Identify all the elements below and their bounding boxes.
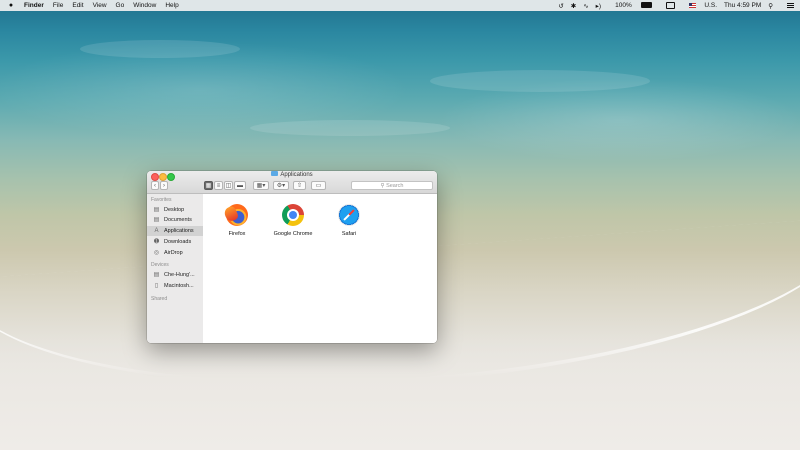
window-toolbar: Applications ‹ › ▦ ≡ ◫ ▬ ▦▾ ⚙▾ ⇧ ▭ ⚲ Sea… (147, 171, 437, 194)
sidebar-item-label: Applications (164, 228, 194, 234)
menu-finder[interactable]: Finder (24, 2, 44, 9)
battery-icon (640, 2, 652, 9)
sidebar-item-computer[interactable]: ▤ Che-Hung'... (147, 270, 203, 280)
menu-window[interactable]: Window (133, 2, 156, 9)
status-area: ↺ ✱ ∿ ▸) 100% U.S. Thu 4:59 PM ⚲ (551, 1, 794, 10)
volume-icon[interactable]: ▸) (596, 2, 601, 10)
firefox-icon (226, 204, 248, 226)
app-item-google-chrome[interactable]: Google Chrome (263, 204, 323, 237)
input-source-menu[interactable]: U.S. (682, 2, 717, 9)
app-name: Firefox (228, 231, 246, 237)
back-button[interactable]: ‹ (151, 181, 159, 190)
arrange-button[interactable]: ▦▾ (253, 181, 269, 190)
wifi-icon[interactable]: ∿ (583, 2, 588, 10)
laptop-icon: ▤ (153, 272, 160, 278)
applications-icon: A (154, 228, 159, 234)
apple-menu-icon[interactable]: ● (6, 2, 16, 9)
icon-view-button[interactable]: ▦ (204, 181, 213, 190)
sidebar-item-label: AirDrop (164, 250, 183, 256)
airdrop-icon: ◎ (153, 250, 160, 256)
notification-center-icon[interactable] (780, 2, 794, 9)
sidebar-item-macintosh-hd[interactable]: ▯ Macintosh... (147, 281, 203, 291)
clock[interactable]: Thu 4:59 PM (724, 2, 761, 9)
sand (0, 330, 800, 450)
battery-indicator[interactable]: 100% (608, 2, 652, 9)
sidebar-item-label: Macintosh... (164, 283, 194, 289)
input-source-label: U.S. (704, 2, 718, 9)
search-icon: ⚲ (380, 183, 385, 189)
folder-icon (271, 171, 279, 176)
documents-icon: ▤ (153, 217, 160, 223)
sidebar-item-downloads[interactable]: ➊ Downloads (147, 237, 203, 247)
sidebar: Favorites ▤ Desktop ▤ Documents A Applic… (147, 194, 204, 343)
devices-header: Devices (151, 262, 169, 268)
menu-edit[interactable]: Edit (72, 2, 83, 9)
spotlight-search-icon[interactable]: ⚲ (768, 2, 773, 10)
file-browser-content: Firefox Google Chrome Safari (203, 194, 437, 343)
downloads-icon: ➊ (153, 239, 160, 245)
sidebar-item-label: Downloads (164, 239, 192, 245)
window-title: Applications (147, 171, 437, 179)
window-title-text: Applications (280, 172, 313, 179)
wave-highlight (80, 40, 240, 58)
sidebar-item-documents[interactable]: ▤ Documents (147, 215, 203, 225)
sidebar-item-label: Che-Hung'... (164, 272, 195, 278)
app-item-safari[interactable]: Safari (319, 204, 379, 237)
safari-icon (338, 204, 360, 226)
sidebar-item-desktop[interactable]: ▤ Desktop (147, 205, 203, 215)
favorites-header: Favorites (151, 197, 172, 203)
menu-go[interactable]: Go (116, 2, 125, 9)
time-machine-icon[interactable]: ↺ (558, 2, 563, 10)
shared-header: Shared (151, 296, 168, 302)
action-gear-button[interactable]: ⚙▾ (273, 181, 289, 190)
sidebar-item-airdrop[interactable]: ◎ AirDrop (147, 248, 203, 258)
app-name: Safari (341, 231, 357, 237)
cover-flow-view-button[interactable]: ▬ (234, 181, 246, 190)
airplay-display-icon[interactable] (659, 1, 675, 9)
sidebar-item-label: Desktop (164, 207, 185, 213)
menu-view[interactable]: View (93, 2, 107, 9)
column-view-button[interactable]: ◫ (224, 181, 233, 190)
search-field[interactable]: ⚲ Search (351, 181, 433, 190)
desktop-icon: ▤ (153, 207, 160, 213)
finder-window: Applications ‹ › ▦ ≡ ◫ ▬ ▦▾ ⚙▾ ⇧ ▭ ⚲ Sea… (147, 171, 437, 343)
chrome-icon (282, 204, 304, 226)
forward-button[interactable]: › (160, 181, 168, 190)
menu-bar: ● Finder File Edit View Go Window Help ↺… (0, 0, 800, 11)
sidebar-item-label: Documents (164, 217, 192, 223)
disk-icon: ▯ (154, 283, 159, 289)
tags-button[interactable]: ▭ (311, 181, 326, 190)
wave-highlight (430, 70, 650, 92)
list-view-button[interactable]: ≡ (214, 181, 223, 190)
app-name: Google Chrome (273, 231, 313, 237)
menu-help[interactable]: Help (165, 2, 178, 9)
share-button[interactable]: ⇧ (293, 181, 306, 190)
battery-percent: 100% (615, 2, 632, 9)
search-placeholder: Search (386, 183, 404, 189)
bluetooth-icon[interactable]: ✱ (571, 2, 576, 10)
us-flag-icon (688, 2, 696, 8)
menu-file[interactable]: File (53, 2, 63, 9)
app-item-firefox[interactable]: Firefox (207, 204, 267, 237)
wave-highlight (250, 120, 450, 136)
sidebar-item-applications[interactable]: A Applications (147, 226, 203, 236)
